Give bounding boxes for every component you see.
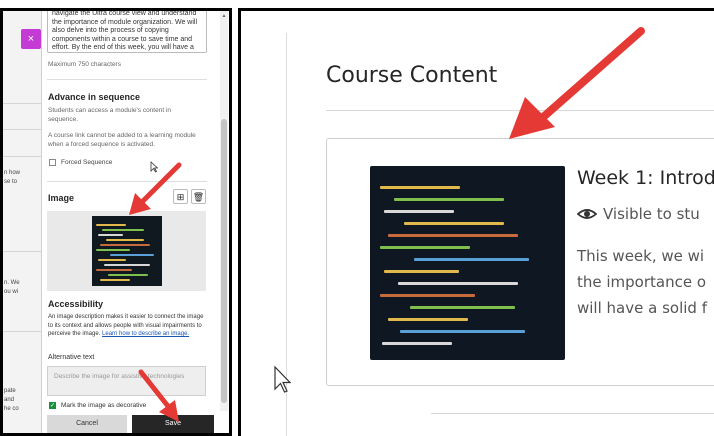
page-title: Course Content <box>326 63 498 88</box>
image-settings-icon: ⊞ <box>176 192 185 202</box>
background-text: se to <box>4 179 18 185</box>
background-text: n how <box>4 170 21 176</box>
divider <box>47 79 207 80</box>
background-text: n. We <box>4 280 20 286</box>
panel-scrollbar[interactable]: ▲ <box>220 11 228 411</box>
module-settings-window: n how se to n. We ou wi pate and he co ×… <box>0 8 232 436</box>
delete-image-button[interactable]: 🗑 <box>191 189 206 204</box>
mouse-cursor-icon <box>274 365 291 393</box>
accessibility-heading: Accessibility <box>48 299 104 309</box>
eye-icon <box>576 209 598 219</box>
character-limit: Maximum 750 characters <box>48 61 121 68</box>
background-text: and <box>4 397 15 403</box>
divider <box>431 413 714 414</box>
module-title[interactable]: Week 1: Introd <box>577 167 714 189</box>
module-description: This week, we wi the importance o will h… <box>577 247 707 317</box>
course-link-note: A course link cannot be added to a learn… <box>48 132 196 148</box>
cancel-button[interactable]: Cancel <box>47 415 127 433</box>
visibility-status[interactable]: Visible to stu <box>576 205 700 223</box>
scroll-up-icon[interactable]: ▲ <box>220 13 228 19</box>
divider <box>3 331 41 332</box>
learn-how-link[interactable]: Learn how to describe an image. <box>102 331 189 337</box>
background-text: ou wi <box>4 289 19 295</box>
divider <box>3 251 41 252</box>
forced-sequence-label: Forced Sequence <box>61 159 113 166</box>
trash-icon: 🗑 <box>192 192 205 202</box>
settings-panel: navigate the Ultra course view and under… <box>43 11 219 433</box>
image-preview-area <box>47 211 206 291</box>
accessibility-description: An image description makes it easier to … <box>48 314 204 337</box>
divider <box>286 33 287 436</box>
description-textarea[interactable]: navigate the Ultra course view and under… <box>47 11 207 53</box>
background-text: he co <box>4 406 19 412</box>
background-course-page: n how se to n. We ou wi pate and he co <box>3 11 42 433</box>
alt-text-label: Alternative text <box>48 354 95 361</box>
divider <box>326 110 714 111</box>
divider <box>3 103 41 104</box>
advance-sequence-description: Students can access a module's content i… <box>48 107 172 123</box>
divider <box>47 181 207 182</box>
module-image <box>370 166 565 360</box>
save-button[interactable]: Save <box>132 415 214 433</box>
close-panel-button[interactable]: × <box>21 29 41 49</box>
forced-sequence-checkbox[interactable] <box>49 159 56 166</box>
close-icon: × <box>27 33 35 45</box>
divider <box>3 129 41 130</box>
advance-sequence-heading: Advance in sequence <box>48 92 141 102</box>
decorative-checkbox[interactable]: ✓ <box>49 402 56 409</box>
code-image-thumbnail <box>92 216 162 286</box>
annotation-arrow-icon <box>509 27 645 139</box>
alt-text-input[interactable]: Describe the image for assistive technol… <box>47 366 206 396</box>
divider <box>3 156 41 157</box>
replace-image-button[interactable]: ⊞ <box>173 189 188 204</box>
decorative-label: Mark the image as decorative <box>61 402 147 409</box>
module-card[interactable]: Week 1: Introd Visible to stu This week,… <box>326 138 714 386</box>
image-heading: Image <box>48 193 75 203</box>
background-text: pate <box>4 388 16 394</box>
course-content-window: Course Content Week 1: Introd Visible to… <box>238 8 714 436</box>
scrollbar-thumb[interactable] <box>221 119 227 403</box>
